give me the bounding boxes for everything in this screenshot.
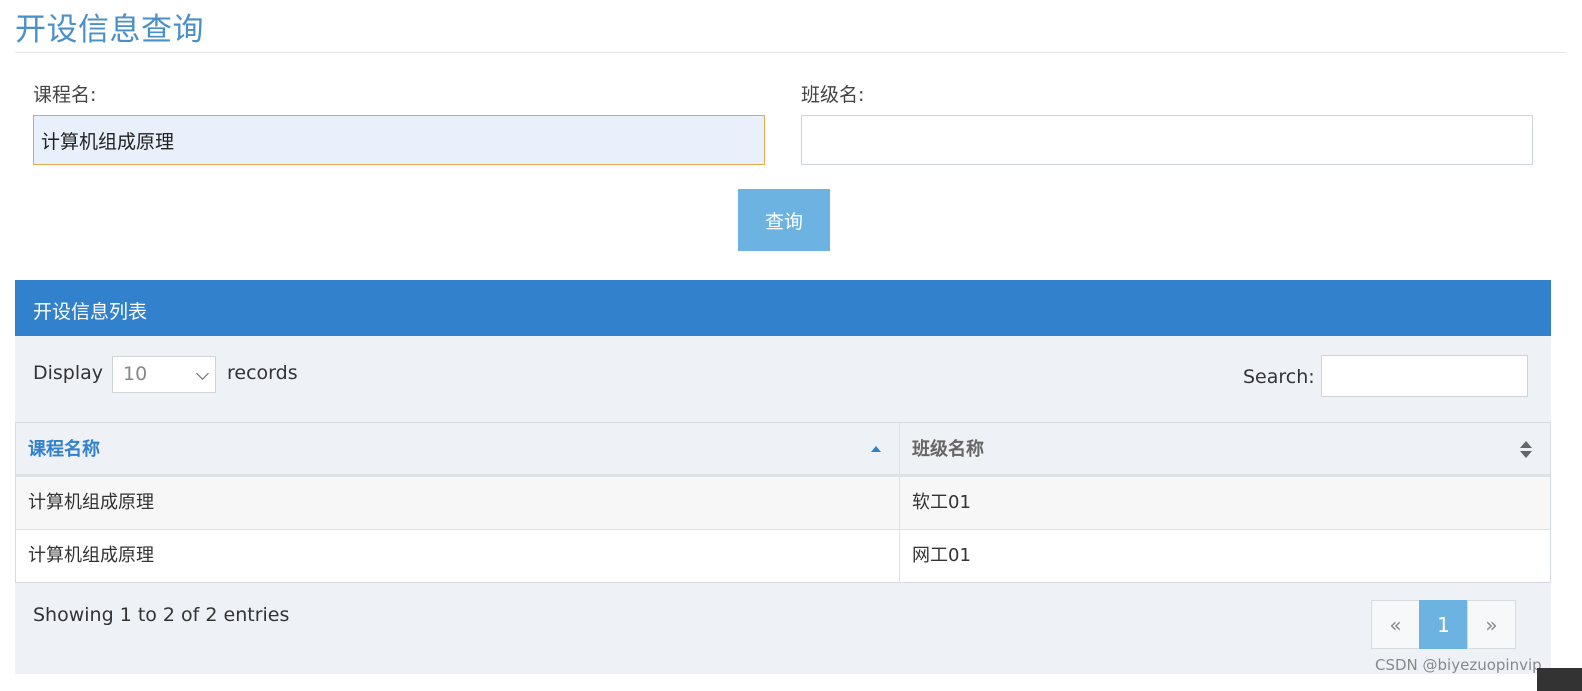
length-suffix: records [227, 362, 298, 384]
table-cell: 计算机组成原理 [28, 492, 154, 513]
course-name-input[interactable] [33, 115, 765, 165]
page-1-button[interactable]: 1 [1419, 600, 1468, 649]
column-header-class[interactable]: 班级名称 [899, 423, 1550, 476]
sort-icon [1520, 451, 1532, 458]
results-panel: 开设信息列表 Display 10 records Search: 课程名称 班… [15, 280, 1551, 674]
title-divider [15, 52, 1566, 53]
column-header-label: 课程名称 [28, 439, 100, 460]
watermark: CSDN @biyezuopinvip [1375, 656, 1542, 674]
table-row: 计算机组成原理 软工01 [16, 476, 1550, 529]
panel-title: 开设信息列表 [15, 280, 1551, 336]
corner-decoration [1537, 668, 1582, 691]
search-label: Search: [1243, 366, 1315, 388]
table-row: 计算机组成原理 网工01 [16, 529, 1550, 582]
course-name-label: 课程名: [33, 84, 97, 106]
page: 开设信息查询 课程名: 班级名: 查询 开设信息列表 Display 10 re… [0, 0, 1582, 691]
table-info: Showing 1 to 2 of 2 entries [33, 604, 290, 626]
chevron-down-icon [196, 367, 209, 380]
sort-icon [1520, 441, 1532, 448]
query-button[interactable]: 查询 [738, 189, 830, 251]
next-page-button[interactable]: » [1467, 600, 1516, 649]
page-length-select[interactable]: 10 [112, 356, 216, 393]
column-header-label: 班级名称 [912, 439, 984, 460]
length-prefix: Display [33, 362, 104, 384]
sort-ascending-icon [871, 446, 881, 452]
search-input[interactable] [1321, 355, 1528, 397]
page-length-value: 10 [123, 363, 148, 385]
table-cell: 软工01 [899, 477, 1550, 529]
column-header-course[interactable]: 课程名称 [16, 423, 899, 476]
table-header: 课程名称 班级名称 [16, 423, 1550, 476]
page-title: 开设信息查询 [15, 12, 204, 48]
pagination: « 1 » [1371, 600, 1516, 649]
table-cell: 计算机组成原理 [28, 545, 154, 566]
results-table: 课程名称 班级名称 计算机组成原理 软工01 计算机组成原理 网工01 [15, 422, 1551, 583]
class-name-input[interactable] [801, 115, 1533, 165]
class-name-label: 班级名: [801, 84, 865, 106]
prev-page-button[interactable]: « [1371, 600, 1420, 649]
table-cell: 网工01 [899, 530, 1550, 582]
